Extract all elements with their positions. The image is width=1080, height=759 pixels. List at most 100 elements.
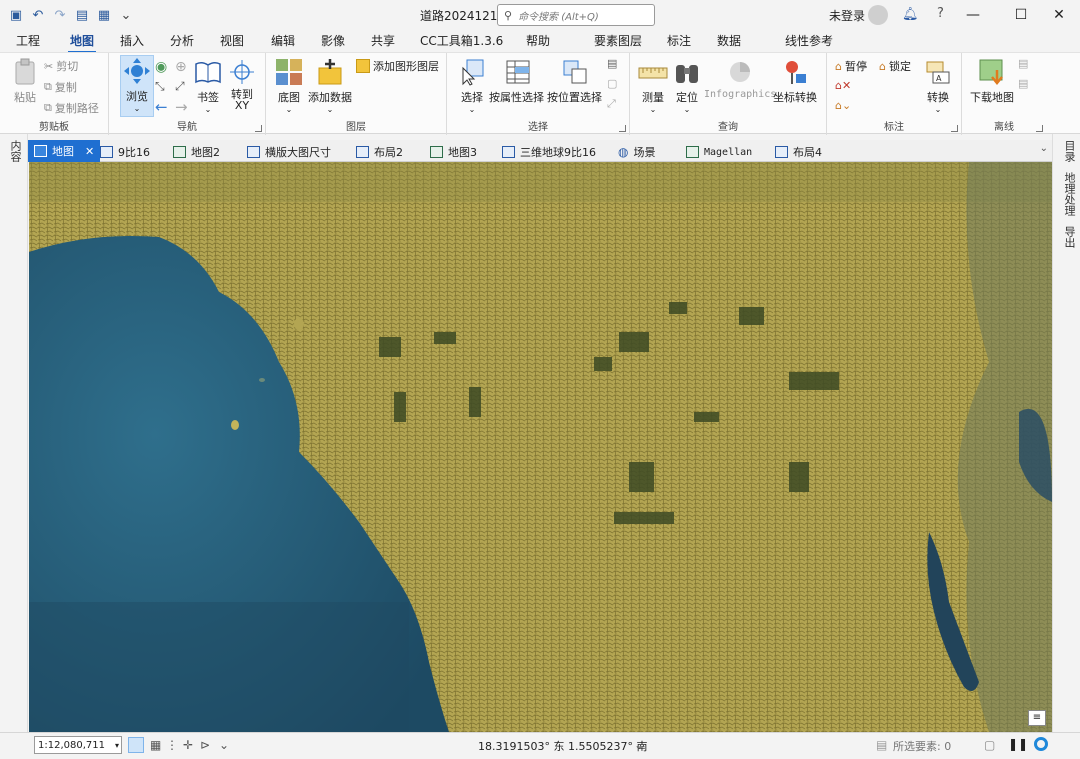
tab-imagery[interactable]: 影像 [321, 32, 345, 49]
clear-selection-icon[interactable]: ▢ [607, 77, 617, 90]
fixed-zoom-icon[interactable]: ⊕ [175, 59, 187, 75]
doc-tab-map[interactable]: 地图 ✕ [28, 140, 101, 162]
redo-icon[interactable]: ↷ [52, 7, 68, 23]
selection-launcher-icon[interactable] [619, 125, 626, 132]
layout-tab-icon [100, 146, 113, 158]
select-by-attributes-button[interactable]: 按属性选择 [489, 57, 544, 105]
tab-project[interactable]: 工程 [16, 32, 40, 49]
coordinate-conversion-button[interactable]: 坐标转换 [773, 57, 817, 105]
customize-chevron-icon[interactable]: ⌄ [118, 7, 134, 23]
doc-tab-map3[interactable]: 地图3 [430, 142, 477, 162]
add-data-button[interactable]: 添加数据 ⌄ [308, 57, 352, 114]
undo-icon[interactable]: ↶ [30, 7, 46, 23]
explore-button[interactable]: 浏览 ⌄ [120, 55, 154, 117]
add-graphics-layer-button[interactable]: 添加图形图层 [356, 58, 439, 74]
status-chevron-icon[interactable]: ⌄ [219, 738, 229, 752]
crosshair-status-icon[interactable]: ✛ [183, 738, 193, 752]
tab-labeling[interactable]: 标注 [667, 32, 691, 49]
lock-labeling-button[interactable]: ⌂ 锁定 [879, 58, 911, 74]
tab-view[interactable]: 视图 [220, 32, 244, 49]
doc-tab-magellan[interactable]: Magellan [686, 142, 752, 162]
add-data-icon [315, 57, 345, 87]
tab-map[interactable]: 地图 [67, 32, 97, 53]
open-folder-icon[interactable]: ▤ [74, 7, 90, 23]
locate-button[interactable]: 定位 ⌄ [672, 57, 702, 114]
pause-labeling-button[interactable]: ⌂ 暂停 [835, 58, 867, 74]
copy-button[interactable]: ⧉ 复制 [44, 79, 77, 95]
project-icon[interactable]: ▣ [8, 7, 24, 23]
contents-pane-tab[interactable]: 内容 [7, 140, 23, 162]
map-tips-icon[interactable]: ≡ [1028, 710, 1046, 726]
tab-help[interactable]: 帮助 [526, 32, 550, 49]
pause-drawing-icon[interactable]: ❚❚ [1008, 737, 1028, 751]
offline-group: 下载地图 ▤ ▤ 离线 [962, 53, 1046, 135]
goto-xy-button[interactable]: 转到 XY [227, 57, 257, 111]
offline-launcher-icon[interactable] [1036, 125, 1043, 132]
zoom-out-fixed-icon[interactable]: ⤢ [175, 79, 185, 94]
coordinate-format-chevron-icon[interactable]: ⌄ [634, 738, 644, 752]
close-tab-icon[interactable]: ✕ [85, 145, 94, 158]
tab-data[interactable]: 数据 [717, 32, 741, 49]
basemap-button[interactable]: 底图 ⌄ [274, 57, 304, 114]
cut-button[interactable]: ✂ 剪切 [44, 58, 78, 74]
tab-share[interactable]: 共享 [371, 32, 395, 49]
minimize-button[interactable]: — [950, 0, 996, 30]
download-map-button[interactable]: 下载地图 [970, 57, 1014, 105]
convert-labels-button[interactable]: A 转换 ⌄ [923, 57, 953, 114]
doc-tab-9x16[interactable]: 9比16 [100, 142, 150, 162]
unplaced-labels-icon[interactable]: ⌂✕ [835, 79, 851, 92]
tab-edit[interactable]: 编辑 [271, 32, 295, 49]
snapping-icon[interactable]: ⋮ [166, 738, 178, 752]
navigate-launcher-icon[interactable] [255, 125, 262, 132]
lock-label-icon: ⌂ [879, 59, 886, 73]
close-button[interactable]: ✕ [1036, 0, 1080, 30]
more-labels-icon[interactable]: ⌂⌄ [835, 99, 851, 112]
tab-linear-referencing[interactable]: 线性参考 [785, 32, 833, 49]
scale-selector[interactable]: 1:12,080,711 ▾ [34, 736, 122, 754]
sync-icon[interactable]: ▤ [1018, 57, 1028, 70]
tab-overflow-chevron-icon[interactable]: ⌄ [1040, 143, 1048, 154]
grid-icon[interactable]: ▦ [150, 738, 161, 752]
user-status[interactable]: 未登录 [829, 7, 865, 24]
full-extent-icon[interactable]: ◉ [155, 59, 167, 75]
measure-button[interactable]: 测量 ⌄ [638, 57, 668, 114]
doc-tab-layout4[interactable]: 布局4 [775, 142, 822, 162]
tab-analysis[interactable]: 分析 [170, 32, 194, 49]
previous-extent-icon[interactable]: ← [155, 98, 168, 116]
zoom-to-selection-icon[interactable]: ⤢ [607, 97, 616, 111]
scissors-icon: ✂ [44, 59, 54, 73]
tab-insert[interactable]: 插入 [120, 32, 144, 49]
notification-bell-icon[interactable]: 🔔︎ [902, 7, 919, 22]
layout-icon[interactable]: ▦ [96, 7, 112, 23]
export-pane-tab[interactable]: 导出 [1061, 226, 1077, 248]
copy-path-button[interactable]: ⧉ 复制路径 [44, 100, 99, 116]
doc-tab-landscape-size[interactable]: 横版大图尺寸 [247, 142, 331, 162]
doc-tab-scene[interactable]: ◍ 场景 [618, 142, 655, 162]
zoom-in-fixed-icon[interactable]: ⤡ [155, 79, 165, 94]
doc-tab-3d-globe[interactable]: 三维地球9比16 [502, 142, 596, 162]
locate-dropdown-icon: ⌄ [683, 105, 691, 114]
select-button[interactable]: 选择 ⌄ [457, 57, 487, 114]
tab-feature-layer[interactable]: 要素图层 [594, 32, 642, 49]
attributes-icon[interactable]: ▤ [607, 57, 617, 70]
bookmarks-button[interactable]: 书签 ⌄ [193, 57, 223, 114]
map-view-mode-icon[interactable] [128, 737, 144, 753]
avatar[interactable] [868, 5, 888, 25]
next-extent-icon[interactable]: → [175, 98, 188, 116]
doc-tab-map2[interactable]: 地图2 [173, 142, 220, 162]
paste-button[interactable]: 粘贴 [10, 57, 40, 105]
help-icon[interactable]: ? [937, 6, 944, 21]
catalog-pane-tab[interactable]: 目录 [1061, 140, 1077, 162]
labeling-launcher-icon[interactable] [951, 125, 958, 132]
map-view[interactable]: ≡ [29, 162, 1052, 732]
rotation-icon[interactable]: ⊳ [200, 738, 210, 752]
command-search-input[interactable]: ⚲ 命令搜索 (Alt+Q) [497, 4, 655, 26]
remove-offline-icon[interactable]: ▤ [1018, 77, 1028, 90]
tab-cc-toolbox[interactable]: CC工具箱1.3.6 [420, 32, 503, 49]
doc-tab-layout2[interactable]: 布局2 [356, 142, 403, 162]
refresh-icon[interactable]: ▢ [984, 738, 995, 752]
select-by-location-button[interactable]: 按位置选择 [547, 57, 602, 105]
geoprocessing-pane-tab[interactable]: 地理处理 [1061, 172, 1077, 216]
infographics-button[interactable]: Infographics [704, 57, 776, 100]
explore-dropdown-icon: ⌄ [133, 104, 141, 113]
